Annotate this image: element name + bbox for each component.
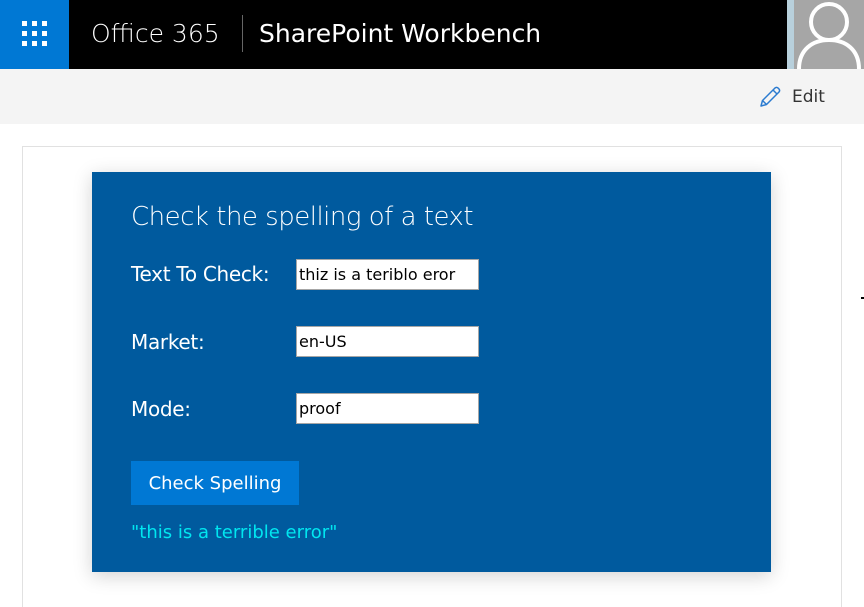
mode-input[interactable] xyxy=(296,393,479,424)
pencil-icon xyxy=(760,86,781,107)
market-label: Market: xyxy=(131,330,205,354)
person-icon xyxy=(797,2,861,69)
mode-label: Mode: xyxy=(131,397,191,421)
text-to-check-label: Text To Check: xyxy=(131,262,270,286)
app-title: SharePoint Workbench xyxy=(259,19,542,48)
user-avatar-button[interactable] xyxy=(794,0,864,69)
command-bar: Edit xyxy=(0,69,864,124)
title-divider xyxy=(242,15,243,52)
spelling-result: "this is a terrible error" xyxy=(131,522,338,543)
edit-label: Edit xyxy=(792,87,825,107)
edit-button[interactable]: Edit xyxy=(758,83,825,111)
webpart-title: Check the spelling of a text xyxy=(131,202,474,232)
waffle-icon xyxy=(22,21,49,48)
market-input[interactable] xyxy=(296,326,479,357)
avatar-strip xyxy=(787,0,794,69)
app-launcher-button[interactable] xyxy=(0,0,69,69)
text-to-check-input[interactable] xyxy=(296,259,479,290)
check-spelling-button[interactable]: Check Spelling xyxy=(131,461,299,505)
spell-check-webpart: Check the spelling of a text Text To Che… xyxy=(92,172,771,572)
suite-title[interactable]: Office 365 xyxy=(91,18,220,50)
suite-bar: Office 365 SharePoint Workbench xyxy=(0,0,864,69)
